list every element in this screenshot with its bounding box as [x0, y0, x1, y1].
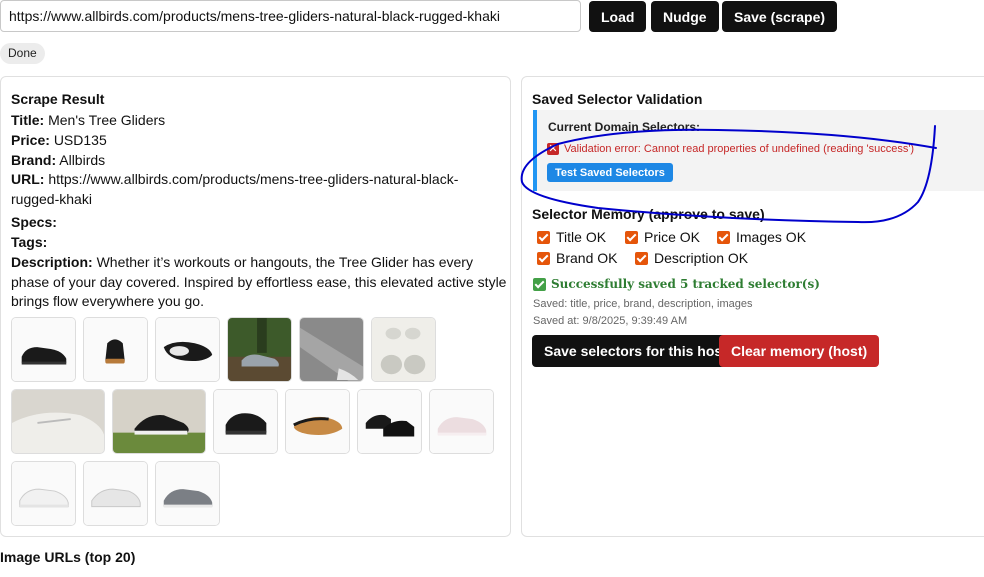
- test-saved-selectors-button[interactable]: Test Saved Selectors: [547, 163, 673, 182]
- url-label: URL:: [11, 171, 45, 187]
- clear-memory-button[interactable]: Clear memory (host): [719, 335, 880, 367]
- status-badge: Done: [0, 43, 45, 64]
- brand-value: Allbirds: [59, 152, 106, 168]
- save-scrape-button[interactable]: Save (scrape): [722, 1, 838, 32]
- specs-label: Specs:: [11, 214, 57, 230]
- url-row-continued: rugged-khaki: [11, 190, 92, 210]
- description-line2: phase of your day covered. Inspired by e…: [11, 274, 507, 290]
- price-ok-label: Price OK: [644, 229, 701, 245]
- selector-memory-heading: Selector Memory (approve to save): [532, 206, 765, 222]
- save-selectors-button[interactable]: Save selectors for this host: [532, 335, 739, 367]
- white-shoe-closeup-image[interactable]: [11, 389, 105, 454]
- white-shoe-angle-image[interactable]: [83, 461, 148, 526]
- black-pair-image[interactable]: [357, 389, 422, 454]
- selector-panel: Saved Selector Validation Current Domain…: [521, 76, 984, 537]
- validation-box: Current Domain Selectors: ✕ Validation e…: [533, 110, 984, 191]
- gum-sole-image[interactable]: [285, 389, 350, 454]
- white-soles-image[interactable]: [371, 317, 436, 382]
- description-row: Description: Whether it’s workouts or ha…: [11, 253, 473, 273]
- current-selectors-label: Current Domain Selectors:: [548, 120, 701, 134]
- description-ok-checkbox[interactable]: Description OK: [635, 250, 748, 266]
- tags-row: Tags:: [11, 233, 47, 253]
- title-ok-checkbox[interactable]: Title OK: [537, 229, 606, 245]
- price-label: Price:: [11, 132, 50, 148]
- checkbox-checked-icon[interactable]: [635, 251, 648, 265]
- image-urls-heading: Image URLs (top 20): [0, 549, 136, 565]
- scrape-result-heading: Scrape Result: [11, 91, 105, 107]
- validation-error: ✕ Validation error: Cannot read properti…: [547, 143, 914, 155]
- black-shoe-back-image[interactable]: [83, 317, 148, 382]
- checkbox-checked-icon[interactable]: [717, 230, 730, 244]
- brand-ok-checkbox[interactable]: Brand OK: [537, 250, 617, 266]
- description-line1: Whether it’s workouts or hangouts, the T…: [96, 254, 473, 270]
- title-label: Title:: [11, 112, 45, 128]
- brand-label: Brand:: [11, 152, 57, 168]
- images-ok-label: Images OK: [736, 229, 807, 245]
- black-shoe-front-image[interactable]: [213, 389, 278, 454]
- checkbox-checked-icon[interactable]: [537, 251, 550, 265]
- grey-knit-closeup-image[interactable]: [299, 317, 364, 382]
- black-shoe-grass-image[interactable]: [112, 389, 206, 454]
- scrape-result-panel: Scrape Result Title: Men's Tree Gliders …: [0, 76, 511, 537]
- tags-label: Tags:: [11, 234, 48, 250]
- description-row-2: phase of your day covered. Inspired by e…: [11, 273, 506, 293]
- grey-shoe-side-image[interactable]: [155, 461, 220, 526]
- saved-at: Saved at: 9/8/2025, 9:39:49 AM: [533, 315, 688, 327]
- error-x-icon: ✕: [547, 143, 559, 155]
- price-value: USD135: [53, 132, 107, 148]
- load-button[interactable]: Load: [589, 1, 647, 32]
- description-row-3: brings flow everywhere you go.: [11, 292, 204, 312]
- brand-row: Brand: Allbirds: [11, 151, 105, 171]
- url-value-cont: rugged-khaki: [11, 191, 92, 207]
- nudge-button[interactable]: Nudge: [651, 1, 719, 32]
- price-ok-checkbox[interactable]: Price OK: [625, 229, 700, 245]
- white-shoe-side-image[interactable]: [11, 461, 76, 526]
- title-row: Title: Men's Tree Gliders: [11, 111, 165, 131]
- black-shoe-side-image[interactable]: [11, 317, 76, 382]
- images-ok-checkbox[interactable]: Images OK: [717, 229, 806, 245]
- save-success-message: Successfully saved 5 tracked selector(s): [533, 277, 820, 291]
- grey-shoe-outdoor-image[interactable]: [227, 317, 292, 382]
- description-label: Description:: [11, 254, 93, 270]
- brand-ok-label: Brand OK: [556, 250, 618, 266]
- title-value: Men's Tree Gliders: [48, 112, 166, 128]
- save-success-text: Successfully saved 5 tracked selector(s): [551, 277, 820, 291]
- saved-fields: Saved: title, price, brand, description,…: [533, 298, 753, 310]
- specs-row: Specs:: [11, 213, 57, 233]
- black-shoe-top-image[interactable]: [155, 317, 220, 382]
- description-line3: brings flow everywhere you go.: [11, 293, 204, 309]
- description-ok-label: Description OK: [654, 250, 749, 266]
- validation-error-text: Validation error: Cannot read properties…: [564, 143, 915, 155]
- validation-heading: Saved Selector Validation: [532, 91, 703, 107]
- checkbox-checked-icon[interactable]: [625, 230, 638, 244]
- checkbox-checked-icon[interactable]: [537, 230, 550, 244]
- url-value: https://www.allbirds.com/products/mens-t…: [48, 171, 459, 187]
- price-row: Price: USD135: [11, 131, 107, 151]
- success-check-icon: [533, 277, 546, 291]
- title-ok-label: Title OK: [556, 229, 607, 245]
- url-row: URL: https://www.allbirds.com/products/m…: [11, 170, 458, 190]
- pink-shoe-image[interactable]: [429, 389, 494, 454]
- url-input[interactable]: [0, 0, 581, 32]
